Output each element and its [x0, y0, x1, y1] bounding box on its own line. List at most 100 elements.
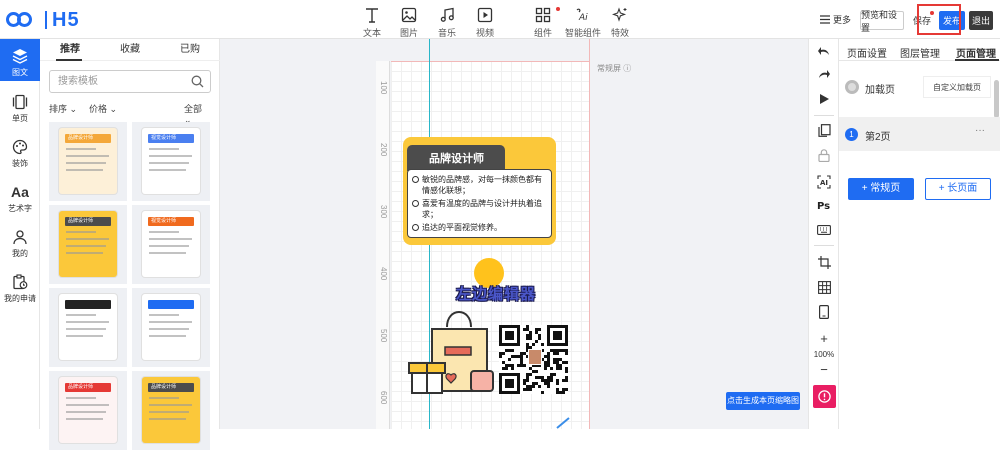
nav-art-text[interactable]: Aa 艺术字 [0, 182, 40, 214]
tool-video[interactable]: 视频 [465, 6, 505, 39]
add-long-page-button[interactable]: + 长页面 [925, 178, 991, 200]
tab-layer-management[interactable]: 图层管理 [900, 45, 940, 60]
template-thumbnail[interactable]: 品牌设计师 [49, 122, 127, 201]
thumbnail-text-line [66, 418, 103, 420]
generate-thumbnail-button[interactable]: 点击生成本页缩略图 [726, 392, 800, 410]
tool-effects[interactable]: 特效 [600, 6, 640, 39]
app-name: H5 [52, 8, 80, 31]
thumbnail-text-line [66, 328, 106, 330]
divider [814, 245, 834, 246]
template-thumbnail[interactable] [132, 288, 210, 367]
thumbnail-text-line [149, 148, 179, 150]
price-filter[interactable]: 价格 ⌄ [89, 102, 117, 115]
ps-icon[interactable]: Ps [809, 196, 839, 214]
template-thumbnail[interactable]: 品牌设计师 [49, 205, 127, 284]
tab-purchased[interactable]: 已购 [160, 39, 220, 60]
tool-text[interactable]: 文本 [352, 6, 392, 39]
template-thumbnail[interactable] [49, 288, 127, 367]
nav-single-page[interactable]: 单页 [0, 92, 40, 124]
custom-loading-page-button[interactable]: 自定义加载页 [923, 76, 991, 98]
search-icon[interactable] [191, 75, 204, 96]
thumbnail-text-line [149, 404, 192, 406]
tool-smart[interactable]: Ai 智能组件 [561, 6, 605, 39]
thumbnail-preview: 品牌设计师 [59, 128, 117, 194]
palette-icon [0, 137, 40, 157]
lock-icon[interactable] [809, 146, 839, 164]
sort-label: 排序 [49, 104, 68, 114]
tab-page-settings[interactable]: 页面设置 [847, 45, 887, 60]
thumbnail-text-line [149, 397, 179, 399]
shopping-illustration[interactable] [407, 307, 497, 397]
selection-handle[interactable] [556, 417, 570, 429]
thumbnail-preview [142, 294, 200, 360]
table-icon[interactable] [809, 278, 839, 296]
ruler-mark: 200 [379, 143, 388, 157]
thumbnail-text-line [149, 314, 179, 316]
zoom-out-icon[interactable]: − [809, 361, 839, 377]
thumbnail-title: 视觉设计师 [148, 217, 194, 226]
nav-my-applications[interactable]: 我的申请 [0, 272, 40, 304]
tool-label: 特效 [610, 28, 629, 38]
more-menu[interactable]: 更多 [820, 13, 851, 26]
tool-music[interactable]: 音乐 [427, 6, 467, 39]
more-icon[interactable]: ··· [975, 125, 985, 136]
thumbnail-text-line [149, 231, 179, 233]
app-logo[interactable]: H5 [6, 8, 80, 32]
template-thumbnail[interactable]: 视觉设计师 [132, 122, 210, 201]
loading-page-label: 加载页 [865, 85, 895, 96]
loading-icon [845, 80, 859, 94]
template-thumbnail[interactable]: 品牌设计师 [132, 371, 210, 450]
thumbnail-text-line [149, 162, 189, 164]
page-label: 第2页 [865, 132, 891, 143]
ai-text-icon[interactable]: AI [809, 173, 839, 191]
image-icon [389, 6, 429, 24]
thumbnail-text-line [149, 238, 192, 240]
exit-button[interactable]: 退出 [969, 11, 993, 30]
template-filters: 排序 ⌄ 价格 ⌄ 全部 ⌄ [49, 102, 211, 125]
user-icon [0, 227, 40, 247]
tool-image[interactable]: 图片 [389, 6, 429, 39]
nav-mine[interactable]: 我的 [0, 227, 40, 259]
panel-scrollbar[interactable] [994, 80, 999, 118]
svg-text:AI: AI [820, 179, 828, 187]
preview-settings-button[interactable]: 预览和设置 [860, 10, 904, 33]
tool-label: 视频 [475, 28, 494, 38]
copy-icon[interactable] [809, 121, 839, 139]
template-thumbnail[interactable]: 品牌设计师 [49, 371, 127, 450]
nav-label: 装饰 [12, 159, 28, 168]
svg-text:Ps: Ps [817, 201, 830, 211]
thumbnail-title: 品牌设计师 [65, 217, 111, 226]
tab-page-management[interactable]: 页面管理 [956, 45, 996, 60]
zoom-in-icon[interactable]: + [809, 330, 839, 346]
art-text[interactable]: 左边编辑器 [456, 283, 536, 304]
font-icon: Aa [11, 184, 29, 200]
template-search-input[interactable]: 搜索模板 [49, 70, 211, 93]
nav-graphic-text[interactable]: 图文 [0, 39, 40, 81]
card-bullet: 敏锐的品牌感，对每一抹颜色都有情感化联想； [412, 174, 547, 196]
designer-card[interactable]: 品牌设计师 敏锐的品牌感，对每一抹颜色都有情感化联想； 喜爱有温度的品牌与设计并… [403, 137, 556, 245]
tool-label: 文本 [362, 28, 381, 38]
loading-page-row[interactable]: 加载页 自定义加载页 [839, 74, 1000, 102]
template-thumbnail[interactable]: 视觉设计师 [132, 205, 210, 284]
page-row[interactable]: 1 第2页 ··· [839, 117, 1000, 151]
thumbnail-preview: 品牌设计师 [142, 377, 200, 443]
tab-recommended[interactable]: 推荐 [40, 39, 100, 60]
alert-icon[interactable] [813, 385, 836, 408]
thumbnail-text-line [149, 155, 192, 157]
help-icon[interactable]: ⓘ [623, 64, 631, 73]
phone-icon[interactable] [809, 303, 839, 321]
redo-icon[interactable] [809, 65, 839, 83]
thumbnail-title [65, 300, 111, 309]
nav-label: 图文 [12, 68, 28, 77]
play-icon[interactable] [809, 90, 839, 108]
more-label: 更多 [833, 15, 852, 25]
add-normal-page-button[interactable]: + 常规页 [848, 178, 914, 200]
keyboard-icon[interactable] [809, 221, 839, 239]
crop-icon[interactable] [809, 253, 839, 271]
tab-favorites[interactable]: 收藏 [100, 39, 160, 60]
sort-filter[interactable]: 排序 ⌄ [49, 102, 77, 115]
thumbnail-preview: 品牌设计师 [59, 211, 117, 277]
nav-decor[interactable]: 装饰 [0, 137, 40, 169]
undo-icon[interactable] [809, 42, 839, 60]
thumbnail-text-line [149, 411, 189, 413]
